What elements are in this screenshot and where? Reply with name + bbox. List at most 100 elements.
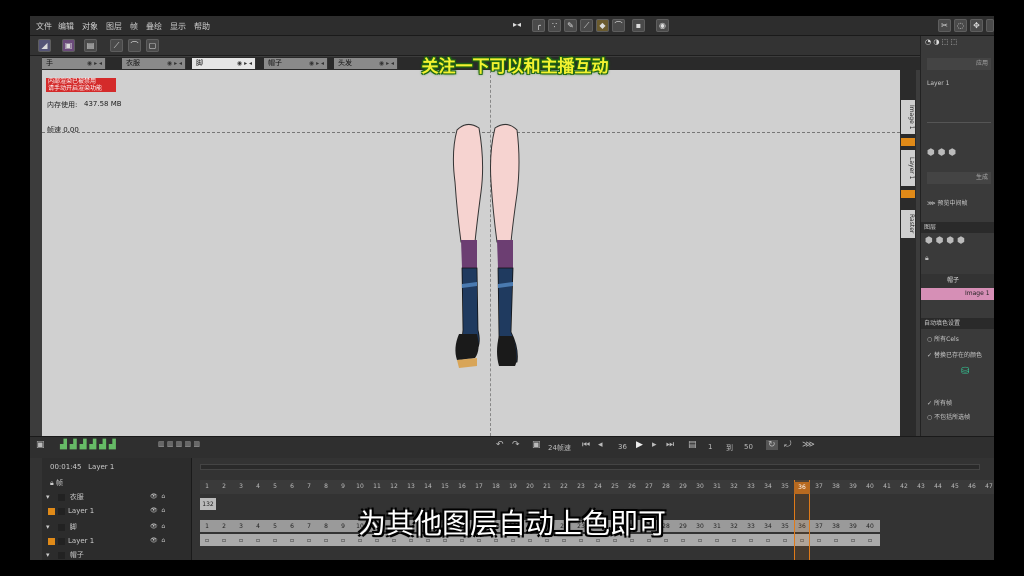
frame-tools-icons[interactable]: ▥ ▥ ▥ ▥ ▥	[158, 440, 200, 448]
frame-number[interactable]: 1	[200, 483, 214, 490]
frame-number[interactable]: 17	[472, 483, 486, 490]
frame-number[interactable]: 31	[710, 483, 724, 490]
redo-icon[interactable]: ↷	[512, 440, 520, 450]
frame-number[interactable]: 27	[642, 483, 656, 490]
layer-controls[interactable]: 👁︎ ⌂	[150, 534, 165, 548]
frame-number[interactable]: 22	[557, 483, 571, 490]
frame-number[interactable]: 9	[336, 483, 350, 490]
frame-number[interactable]: 12	[387, 483, 401, 490]
fps-value[interactable]: 24帧速	[548, 443, 571, 453]
preview-tween-button[interactable]: ⋙ 预览中间帧	[927, 198, 967, 207]
vector-icon[interactable]: ⟋	[580, 19, 593, 32]
frame-number[interactable]: 44	[931, 483, 945, 490]
frame-cell[interactable]: ▫	[710, 537, 724, 544]
frame-number[interactable]: 15	[438, 483, 452, 490]
frame-number[interactable]: 5	[268, 483, 282, 490]
frame-cell-number[interactable]: 32	[727, 523, 741, 530]
tool-scissors-icon[interactable]: ✂	[938, 19, 951, 32]
loop-settings-icon[interactable]: ▣	[532, 440, 541, 450]
frame-number[interactable]: 7	[302, 483, 316, 490]
frame-number[interactable]: 23	[574, 483, 588, 490]
prev-frame-icon[interactable]: ◂	[598, 440, 603, 450]
play-icon[interactable]: ▶	[636, 440, 643, 450]
frame-number[interactable]: 41	[880, 483, 894, 490]
frame-cell-number[interactable]: 4	[251, 523, 265, 530]
page-icon[interactable]: ▤	[84, 39, 97, 52]
layer-image-row[interactable]: Image 1	[921, 288, 994, 300]
exclude-option[interactable]: ○ 不包括所选帧	[927, 412, 970, 421]
frame-number[interactable]: 16	[455, 483, 469, 490]
frame-number[interactable]: 2	[217, 483, 231, 490]
cell-row-clothes[interactable]: 132	[200, 498, 216, 510]
range-start[interactable]: 1	[708, 443, 712, 451]
frame-number[interactable]: 32	[727, 483, 741, 490]
frame-number[interactable]: 13	[404, 483, 418, 490]
dot-brush-icon[interactable]: ∵	[548, 19, 561, 32]
frame-number[interactable]: 26	[625, 483, 639, 490]
menu-frame[interactable]: 帧	[130, 21, 138, 32]
frame-number[interactable]: 24	[591, 483, 605, 490]
layer-row-clothes-child[interactable]: Layer 1 👁︎ ⌂	[42, 504, 192, 518]
tool-lasso-icon[interactable]: ◌	[954, 19, 967, 32]
frame-number[interactable]: 42	[897, 483, 911, 490]
frame-cell-number[interactable]: 34	[761, 523, 775, 530]
frame-number[interactable]: 20	[523, 483, 537, 490]
frame-cell-number[interactable]: 31	[710, 523, 724, 530]
frame-number[interactable]: 29	[676, 483, 690, 490]
tab-hat[interactable]: 帽子 ◉ ▸ ◂	[264, 58, 328, 69]
palette-icon[interactable]: ▪	[632, 19, 645, 32]
frame-cell[interactable]: ▫	[829, 537, 843, 544]
layer-row-hat[interactable]: ▾ 帽子	[42, 548, 192, 560]
frame-number[interactable]: 43	[914, 483, 928, 490]
frame-number[interactable]: 28	[659, 483, 673, 490]
layer-group-hat[interactable]: 帽子	[921, 274, 994, 288]
frame-cell-number[interactable]: 38	[829, 523, 843, 530]
frame-cell-number[interactable]: 40	[863, 523, 877, 530]
frame-cell-number[interactable]: 6	[285, 523, 299, 530]
menu-view[interactable]: 显示	[170, 21, 186, 32]
tab-feet[interactable]: 脚 ◉ ▸ ◂	[192, 58, 256, 69]
frame-cell-number[interactable]: 37	[812, 523, 826, 530]
layer-row-feet[interactable]: ▾ 脚 👁︎ ⌂	[42, 520, 192, 534]
tool-move-icon[interactable]: ✥	[970, 19, 983, 32]
frame-cell-number[interactable]: 3	[234, 523, 248, 530]
layer-controls[interactable]: 👁︎ ⌂	[150, 520, 165, 534]
frame-number[interactable]: 14	[421, 483, 435, 490]
stroke-icon[interactable]: ⟋	[110, 39, 123, 52]
arc-icon[interactable]: ⌒	[128, 39, 141, 52]
frame-number[interactable]: 38	[829, 483, 843, 490]
loop-icon[interactable]: ↻	[766, 440, 778, 450]
apply-button[interactable]: 应用	[927, 58, 991, 70]
frame-cell[interactable]: ▫	[217, 537, 231, 544]
current-frame-value[interactable]: 36	[618, 443, 627, 451]
frame-cell[interactable]: ▫	[234, 537, 248, 544]
layer-controls[interactable]: 👁︎ ⌂	[150, 490, 165, 504]
frame-number[interactable]: 35	[778, 483, 792, 490]
undo-icon[interactable]: ↶	[496, 440, 504, 450]
frame-number[interactable]: 37	[812, 483, 826, 490]
light-icon[interactable]: ◉	[656, 19, 669, 32]
range-icon[interactable]: ▤	[688, 440, 697, 450]
frame-cell-number[interactable]: 39	[846, 523, 860, 530]
layer-controls[interactable]: 👁︎ ⌂	[150, 504, 165, 518]
paint-tool-icon[interactable]: ◢	[38, 39, 51, 52]
frame-number[interactable]: 45	[948, 483, 962, 490]
frame-number[interactable]: 33	[744, 483, 758, 490]
frame-icon[interactable]: ▢	[146, 39, 159, 52]
timeline-tools-icons[interactable]: ▟ ▟ ▟ ▟ ▟ ▟	[60, 440, 116, 450]
curve-icon[interactable]: ⌒	[612, 19, 625, 32]
frame-cell[interactable]: ▫	[863, 537, 877, 544]
frame-cell-number[interactable]: 1	[200, 523, 214, 530]
generate-button[interactable]: 生成	[927, 172, 991, 184]
layers-icon[interactable]: ◆	[596, 19, 609, 32]
frame-cell[interactable]: ▫	[268, 537, 282, 544]
frame-cell[interactable]: ▫	[251, 537, 265, 544]
pencil-icon[interactable]: ✎	[564, 19, 577, 32]
frame-cell[interactable]: ▫	[846, 537, 860, 544]
frame-cell-number[interactable]: 33	[744, 523, 758, 530]
frame-number[interactable]: 25	[608, 483, 622, 490]
frame-number[interactable]: 40	[863, 483, 877, 490]
tool-extra-icon[interactable]	[986, 19, 994, 32]
frame-cell[interactable]: ▫	[727, 537, 741, 544]
bounce-icon[interactable]: ⤾	[784, 440, 792, 450]
